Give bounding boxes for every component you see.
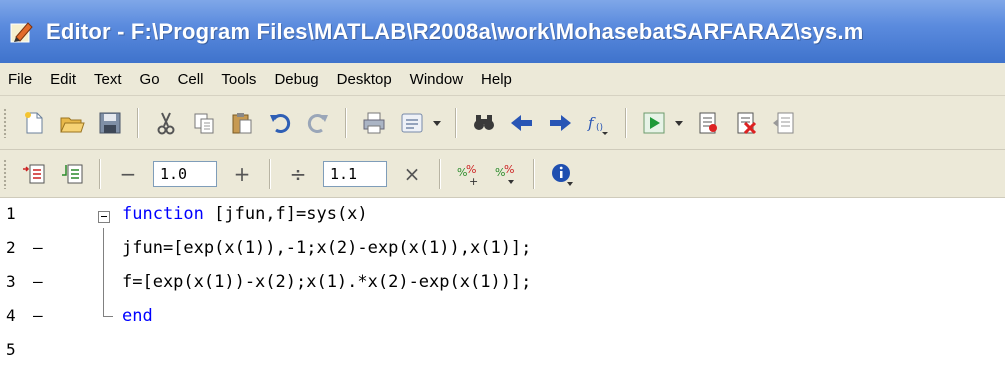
chevron-down-icon[interactable] — [431, 108, 443, 138]
toolbar-separator — [455, 107, 457, 138]
fold-toggle-icon[interactable] — [98, 211, 110, 223]
clear-breakpoint-icon[interactable] — [731, 108, 761, 138]
chevron-down-icon[interactable] — [673, 108, 685, 138]
copy-icon[interactable] — [189, 108, 219, 138]
undo-icon[interactable] — [265, 108, 295, 138]
line-number: 4 — [6, 306, 16, 325]
insert-cell-icon[interactable] — [19, 159, 49, 189]
breakpoint-marker[interactable]: – — [33, 306, 43, 325]
line-number: 1 — [6, 204, 16, 223]
svg-text:+: + — [469, 175, 478, 187]
menu-bar: File Edit Text Go Cell Tools Debug Deskt… — [0, 63, 1005, 96]
title-bar: Editor - F:\Program Files\MATLAB\R2008a\… — [0, 0, 1005, 63]
function-icon[interactable]: f() — [583, 108, 613, 138]
svg-text:%: % — [504, 163, 514, 176]
code-text: function [jfun,f]=sys(x) — [122, 204, 368, 224]
code-text: end — [122, 306, 153, 326]
info-icon[interactable] — [547, 159, 577, 189]
line-number: 3 — [6, 272, 16, 291]
toolbar-grip[interactable] — [3, 158, 7, 189]
menu-go[interactable]: Go — [131, 71, 169, 88]
code-content: [jfun,f]=sys(x) — [203, 204, 368, 224]
code-line[interactable]: 1 function [jfun,f]=sys(x) — [0, 198, 1005, 232]
code-line[interactable]: 5 — [0, 334, 1005, 368]
new-file-icon[interactable] — [19, 108, 49, 138]
decrement-button[interactable]: − — [115, 162, 141, 186]
fold-end-marker — [103, 300, 113, 317]
menu-desktop[interactable]: Desktop — [328, 71, 401, 88]
main-toolbar: f() — [0, 96, 1005, 150]
svg-text:f: f — [587, 114, 596, 132]
run-icon[interactable] — [639, 108, 669, 138]
divide-button[interactable]: ÷ — [285, 162, 311, 186]
toolbar-separator — [269, 158, 271, 189]
code-content: jfun=[exp(x(1)),-1;x(2)-exp(x(1)),x(1)]; — [122, 238, 532, 258]
toolbar-separator — [137, 107, 139, 138]
back-arrow-icon[interactable] — [507, 108, 537, 138]
code-line[interactable]: 3 – f=[exp(x(1))-x(2);x(1).*x(2)-exp(x(1… — [0, 266, 1005, 300]
toolbar-separator — [345, 107, 347, 138]
percent-icon[interactable]: %% — [491, 159, 521, 189]
menu-help[interactable]: Help — [472, 71, 521, 88]
toolbar-separator — [439, 158, 441, 189]
svg-text:(): () — [596, 123, 603, 133]
increment-button[interactable]: + — [229, 162, 255, 186]
breakpoint-marker[interactable]: – — [33, 272, 43, 291]
paste-icon[interactable] — [227, 108, 257, 138]
redo-icon[interactable] — [303, 108, 333, 138]
toolbar-separator — [99, 158, 101, 189]
find-icon[interactable] — [469, 108, 499, 138]
code-line[interactable]: 2 – jfun=[exp(x(1)),-1;x(2)-exp(x(1)),x(… — [0, 232, 1005, 266]
menu-edit[interactable]: Edit — [41, 71, 85, 88]
code-editor[interactable]: 1 function [jfun,f]=sys(x) 2 – jfun=[exp… — [0, 198, 1005, 376]
code-text: f=[exp(x(1))-x(2);x(1).*x(2)-exp(x(1))]; — [122, 272, 531, 292]
cell-toolbar: − 1.0 + ÷ 1.1 × %% + %% — [0, 150, 1005, 198]
menu-debug[interactable]: Debug — [265, 71, 327, 88]
toolbar-separator — [533, 158, 535, 189]
save-icon[interactable] — [95, 108, 125, 138]
menu-cell[interactable]: Cell — [169, 71, 213, 88]
breakpoint-marker[interactable]: – — [33, 238, 43, 257]
print-icon[interactable] — [359, 108, 389, 138]
line-number: 5 — [6, 340, 16, 359]
toolbar-grip[interactable] — [3, 107, 7, 138]
menu-window[interactable]: Window — [401, 71, 472, 88]
toolbar-separator — [625, 107, 627, 138]
forward-arrow-icon[interactable] — [545, 108, 575, 138]
code-keyword: end — [122, 306, 153, 326]
window-title: Editor - F:\Program Files\MATLAB\R2008a\… — [46, 18, 864, 44]
multiply-button[interactable]: × — [399, 162, 425, 186]
menu-text[interactable]: Text — [85, 71, 131, 88]
cut-icon[interactable] — [151, 108, 181, 138]
open-folder-icon[interactable] — [57, 108, 87, 138]
set-breakpoint-icon[interactable] — [693, 108, 723, 138]
code-text: jfun=[exp(x(1)),-1;x(2)-exp(x(1)),x(1)]; — [122, 238, 531, 258]
code-keyword: function — [122, 204, 204, 224]
editor-app-icon — [10, 21, 33, 42]
menu-file[interactable]: File — [0, 71, 41, 88]
code-content: f=[exp(x(1))-x(2);x(1).*x(2)-exp(x(1))]; — [122, 272, 532, 292]
evaluate-cell-icon[interactable] — [57, 159, 87, 189]
code-line[interactable]: 4 – end — [0, 300, 1005, 334]
divide-value-field[interactable]: 1.1 — [323, 160, 387, 187]
line-number: 2 — [6, 238, 16, 257]
percent-plus-icon[interactable]: %% + — [453, 159, 483, 189]
step-icon[interactable] — [769, 108, 799, 138]
comment-icon[interactable] — [397, 108, 427, 138]
menu-tools[interactable]: Tools — [212, 71, 265, 88]
decrement-value-field[interactable]: 1.0 — [153, 160, 217, 187]
